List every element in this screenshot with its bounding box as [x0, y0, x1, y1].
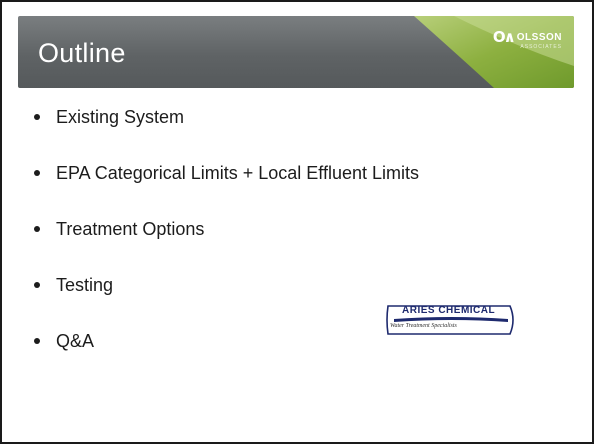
bullet-dot-icon: [34, 226, 40, 232]
bullet-text: Treatment Options: [56, 219, 205, 239]
bullet-text: EPA Categorical Limits + Local Effluent …: [56, 163, 420, 183]
bullet-dot-icon: [34, 338, 40, 344]
bullet-text: Existing System: [56, 107, 185, 127]
bullet-text: Testing: [56, 275, 114, 295]
slide-title: Outline: [38, 38, 126, 68]
bullet-item: EPA Categorical Limits + Local Effluent …: [30, 162, 419, 218]
olsson-brand: OLSSON: [516, 31, 562, 43]
bullet-item: Treatment Options: [30, 218, 419, 274]
green-swoosh: [414, 16, 574, 88]
olsson-mark-icon: O∧: [492, 28, 516, 46]
title-bar: Outline O∧ OLSSON ASSOCIATES: [18, 16, 574, 88]
olsson-subtitle: ASSOCIATES: [520, 44, 562, 50]
aries-chemical-logo: ARIES CHEMICAL Water Treatment Specialis…: [382, 302, 518, 338]
aries-tagline: Water Treatment Specialists: [390, 323, 457, 329]
bullet-dot-icon: [34, 114, 40, 120]
slide: Outline O∧ OLSSON ASSOCIATES Existing Sy…: [0, 0, 594, 444]
bullet-item: Testing: [30, 274, 419, 330]
aries-name: ARIES CHEMICAL: [402, 305, 496, 316]
bullet-text: Q&A: [56, 331, 95, 351]
bullet-item: Existing System: [30, 106, 419, 162]
bullet-list: Existing System EPA Categorical Limits +…: [30, 106, 419, 386]
bullet-item: Q&A: [30, 330, 419, 386]
bullet-dot-icon: [34, 282, 40, 288]
bullet-dot-icon: [34, 170, 40, 176]
